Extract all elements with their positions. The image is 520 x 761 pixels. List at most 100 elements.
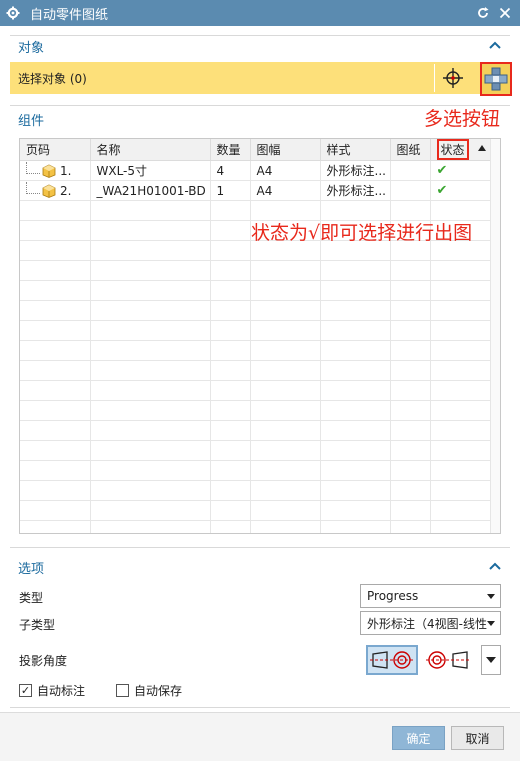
empty-table-row xyxy=(20,500,493,521)
column-header-size[interactable]: 图幅 xyxy=(250,139,321,161)
empty-table-row xyxy=(20,280,493,301)
type-dropdown[interactable]: Progress xyxy=(360,584,501,608)
empty-cell xyxy=(90,240,211,261)
first-angle-projection-button[interactable] xyxy=(366,645,418,675)
multi-select-button[interactable] xyxy=(480,62,512,96)
options-section-border xyxy=(10,547,510,548)
cell-style: 外形标注... xyxy=(320,180,391,201)
empty-cell xyxy=(20,320,91,341)
row-page-number: 2. xyxy=(60,183,72,198)
sort-ascending-icon xyxy=(477,145,486,151)
empty-cell xyxy=(320,340,391,361)
empty-cell xyxy=(250,460,321,481)
status-header-label: 状态 xyxy=(436,139,469,160)
empty-table-row xyxy=(20,340,493,361)
column-header-qty[interactable]: 数量 xyxy=(210,139,251,161)
cancel-button[interactable]: 取消 xyxy=(451,726,504,750)
column-header-status[interactable]: 状态 xyxy=(430,139,493,161)
chevron-down-icon xyxy=(486,657,496,663)
empty-cell xyxy=(20,360,91,381)
column-header-name[interactable]: 名称 xyxy=(90,139,211,161)
empty-cell xyxy=(390,520,431,533)
empty-cell xyxy=(430,460,493,481)
table-row[interactable]: 1. WXL-5寸 4 A4 外形标注... ✔ xyxy=(20,160,493,181)
cell-name: WXL-5寸 xyxy=(90,160,211,181)
cell-status: ✔ xyxy=(430,160,493,181)
empty-cell xyxy=(320,300,391,321)
empty-cell xyxy=(250,260,321,281)
empty-cell xyxy=(430,500,493,521)
column-header-page[interactable]: 页码 xyxy=(20,139,91,161)
empty-cell xyxy=(20,260,91,281)
part-icon xyxy=(42,164,56,178)
options-section-bottom-border xyxy=(10,707,510,708)
object-section-header[interactable]: 对象 xyxy=(10,35,510,57)
empty-cell xyxy=(90,420,211,441)
empty-cell xyxy=(90,200,211,221)
empty-cell xyxy=(390,420,431,441)
component-section-header[interactable]: 组件 xyxy=(10,108,410,130)
third-angle-projection-button[interactable] xyxy=(422,645,474,675)
empty-cell xyxy=(20,300,91,321)
part-icon xyxy=(42,184,56,198)
close-icon[interactable] xyxy=(496,4,514,22)
collapse-up-icon[interactable] xyxy=(488,559,502,573)
crosshair-icon[interactable] xyxy=(442,67,464,89)
component-table: 页码 名称 数量 图幅 样式 图纸 状态 1. WXL-5寸 4 A4 外形标注… xyxy=(20,139,493,533)
cell-page: 2. xyxy=(20,180,91,201)
empty-cell xyxy=(210,220,251,241)
cell-size: A4 xyxy=(250,180,321,201)
empty-cell xyxy=(90,500,211,521)
empty-cell xyxy=(320,520,391,533)
empty-cell xyxy=(90,460,211,481)
auto-save-checkbox[interactable] xyxy=(116,684,129,697)
gear-icon[interactable] xyxy=(6,6,20,20)
empty-cell xyxy=(250,380,321,401)
empty-table-row xyxy=(20,400,493,421)
empty-cell xyxy=(430,400,493,421)
empty-table-row xyxy=(20,300,493,321)
empty-cell xyxy=(90,380,211,401)
empty-cell xyxy=(250,480,321,501)
subtype-dropdown[interactable]: 外形标注（4视图-线性 xyxy=(360,611,501,635)
options-section-header[interactable]: 选项 xyxy=(10,556,510,578)
collapse-up-icon[interactable] xyxy=(488,38,502,52)
projection-dropdown-button[interactable] xyxy=(481,645,501,675)
empty-cell xyxy=(210,320,251,341)
grid-scroll-edge xyxy=(490,139,500,533)
column-header-style[interactable]: 样式 xyxy=(320,139,391,161)
cell-drawing xyxy=(390,180,431,201)
empty-cell xyxy=(210,200,251,221)
empty-cell xyxy=(320,460,391,481)
empty-cell xyxy=(20,200,91,221)
auto-annotate-checkbox[interactable]: ✓ xyxy=(19,684,32,697)
select-object-row[interactable]: 选择对象 (0) xyxy=(10,62,512,96)
empty-cell xyxy=(210,520,251,533)
empty-table-row xyxy=(20,360,493,381)
empty-cell xyxy=(90,300,211,321)
empty-cell xyxy=(430,280,493,301)
empty-cell xyxy=(20,420,91,441)
auto-save-label: 自动保存 xyxy=(134,684,183,698)
empty-cell xyxy=(320,260,391,281)
auto-annotate-option[interactable]: ✓ 自动标注 xyxy=(19,682,85,699)
reset-icon[interactable] xyxy=(474,4,492,22)
title-bar: 自动零件图纸 xyxy=(0,0,520,26)
empty-cell xyxy=(210,260,251,281)
empty-cell xyxy=(390,300,431,321)
table-row[interactable]: 2. _WA21H01001-BD 1 A4 外形标注... ✔ xyxy=(20,180,493,201)
empty-cell xyxy=(20,460,91,481)
cell-name: _WA21H01001-BD xyxy=(90,180,211,201)
empty-cell xyxy=(20,520,91,533)
auto-save-option[interactable]: 自动保存 xyxy=(116,682,182,699)
column-header-drawing[interactable]: 图纸 xyxy=(390,139,431,161)
empty-cell xyxy=(390,500,431,521)
type-label: 类型 xyxy=(19,591,44,605)
object-section-label: 对象 xyxy=(18,40,45,56)
empty-cell xyxy=(250,360,321,381)
table-header-row: 页码 名称 数量 图幅 样式 图纸 状态 xyxy=(20,139,493,161)
empty-cell xyxy=(430,300,493,321)
third-angle-projection-icon xyxy=(426,651,470,669)
empty-cell xyxy=(430,480,493,501)
ok-button[interactable]: 确定 xyxy=(392,726,445,750)
